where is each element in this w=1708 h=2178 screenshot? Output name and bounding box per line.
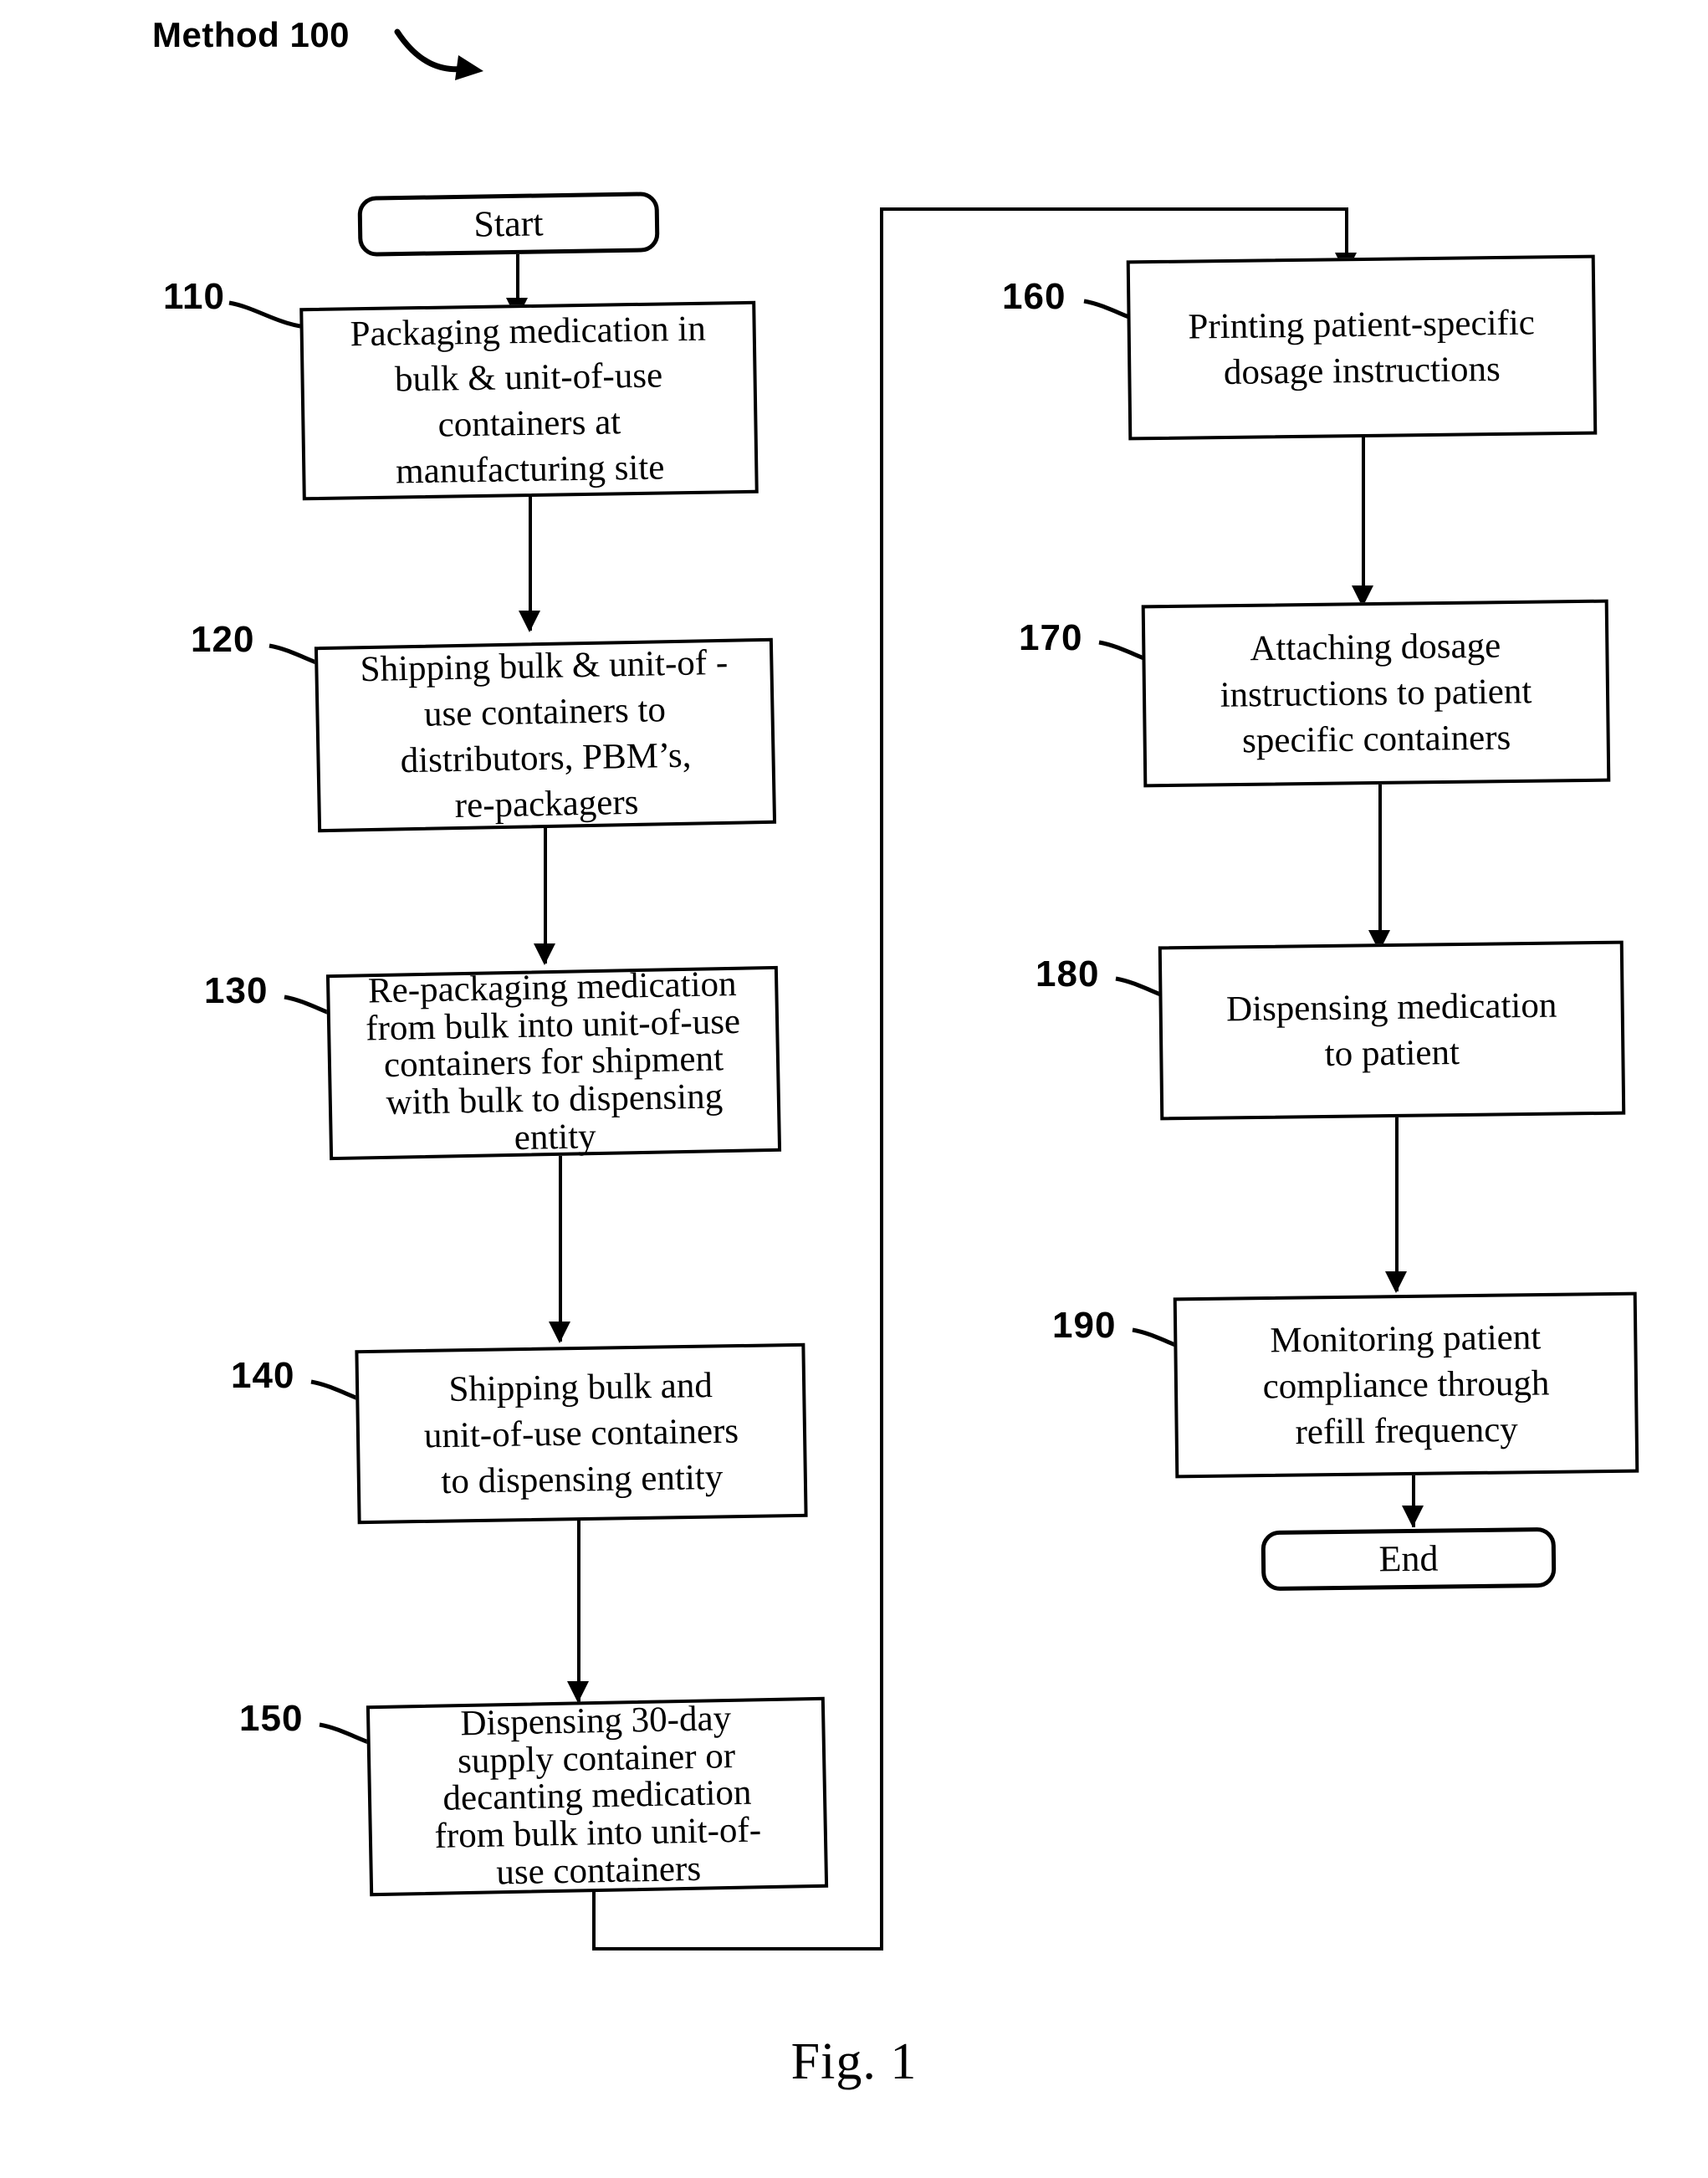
end-terminator: End <box>1261 1526 1557 1592</box>
reference-numeral-130: 130 <box>204 970 268 1011</box>
end-label: End <box>1378 1537 1439 1580</box>
arrowhead-190-to-end <box>1402 1506 1424 1527</box>
process-box-190-label: Monitoring patient compliance through re… <box>1262 1317 1550 1453</box>
process-box-170: Attaching dosage instructions to patient… <box>1141 599 1611 788</box>
connector-feedback-up <box>880 211 883 1950</box>
process-box-110: Packaging medication in bulk & unit-of-u… <box>299 300 759 501</box>
process-box-160-label: Printing patient-specific dosage instruc… <box>1188 302 1536 392</box>
process-box-130-label: Re-packaging medication from bulk into u… <box>365 964 741 1158</box>
process-box-170-label: Attaching dosage instructions to patient… <box>1220 626 1532 761</box>
reference-numeral-160: 160 <box>1002 276 1066 317</box>
process-box-140: Shipping bulk and unit-of-use containers… <box>355 1342 808 1525</box>
reference-numeral-140: 140 <box>231 1355 295 1396</box>
connector-150-feedback-right <box>592 1947 883 1950</box>
start-label: Start <box>473 202 544 245</box>
process-box-120: Shipping bulk & unit-of - use containers… <box>314 637 777 833</box>
process-box-110-label: Packaging medication in bulk & unit-of-u… <box>350 309 707 492</box>
process-box-180: Dispensing medication to patient <box>1158 940 1626 1121</box>
process-box-140-label: Shipping bulk and unit-of-use containers… <box>423 1365 739 1502</box>
connector-170-to-180 <box>1378 785 1382 950</box>
arrowhead-130-to-140 <box>549 1322 570 1343</box>
start-terminator: Start <box>357 192 660 257</box>
arrowhead-180-to-190 <box>1385 1271 1407 1293</box>
figure-title: Method 100 <box>152 15 350 54</box>
reference-numeral-190: 190 <box>1052 1305 1117 1346</box>
connector-feedback-top-right <box>880 207 1348 211</box>
process-box-160: Printing patient-specific dosage instruc… <box>1126 254 1598 441</box>
reference-numeral-110: 110 <box>163 276 225 317</box>
reference-numeral-180: 180 <box>1036 954 1100 994</box>
figure-caption: Fig. 1 <box>790 2033 918 2090</box>
arrowhead-110-to-120 <box>519 611 540 632</box>
connector-150-feedback-down <box>592 1892 596 1950</box>
process-box-130: Re-packaging medication from bulk into u… <box>325 964 782 1161</box>
reference-numeral-170: 170 <box>1019 617 1083 658</box>
process-box-150-label: Dispensing 30-day supply container or de… <box>434 1699 762 1893</box>
process-box-120-label: Shipping bulk & unit-of - use containers… <box>360 642 729 826</box>
reference-numeral-150: 150 <box>239 1698 304 1739</box>
method-pointer-arrow-icon <box>394 28 483 80</box>
process-box-190: Monitoring patient compliance through re… <box>1173 1291 1639 1479</box>
patent-figure-page: Method 100 Start 110 Packaging medicatio… <box>0 0 1708 2178</box>
connector-180-to-190 <box>1395 1117 1399 1291</box>
connector-160-to-170 <box>1362 437 1365 605</box>
arrowhead-140-to-150 <box>567 1681 589 1703</box>
connector-130-to-140 <box>559 1156 562 1342</box>
arrowhead-120-to-130 <box>534 943 555 965</box>
process-box-180-label: Dispensing medication to patient <box>1225 985 1557 1074</box>
reference-numeral-120: 120 <box>191 619 255 660</box>
connector-140-to-150 <box>577 1521 580 1703</box>
process-box-150: Dispensing 30-day supply container or de… <box>366 1696 829 1897</box>
